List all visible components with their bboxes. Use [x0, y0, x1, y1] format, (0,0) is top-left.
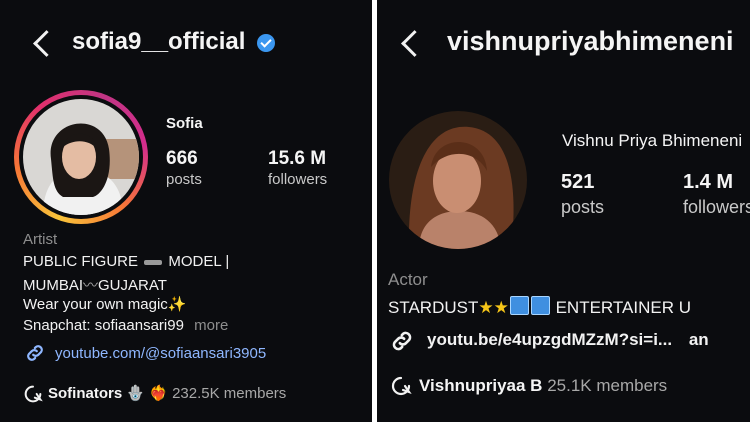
back-arrow-icon[interactable]	[33, 30, 60, 57]
channel-name: Sofinators	[48, 385, 123, 402]
profile-panel-left: sofia9__official Sofia 666 posts 15.6 M …	[0, 0, 372, 422]
bio-line-3-text: Wear your own magic	[23, 296, 168, 313]
profile-panel-right: vishnupriyabhimeneni Vishnu Priya Bhimen…	[377, 0, 750, 422]
posts-count[interactable]: 521	[561, 171, 594, 194]
back-arrow-icon[interactable]	[401, 30, 428, 57]
sparkle-square-icon	[509, 296, 529, 315]
profile-username: sofia9__official	[72, 28, 246, 55]
bio-line-2-part-b: GUJARAT	[98, 277, 167, 294]
followers-label: followers	[683, 197, 750, 217]
followers-count[interactable]: 1.4 M	[683, 171, 733, 194]
profile-avatar[interactable]	[389, 111, 527, 249]
avatar-photo	[389, 111, 527, 249]
profile-avatar[interactable]	[23, 99, 139, 215]
sparkle-square-icon	[530, 296, 550, 315]
profile-category: Artist	[23, 231, 58, 248]
channel-members-count: 25.1K members	[547, 376, 668, 395]
broadcast-channel[interactable]: Vishnupriyaa B 25.1K members	[419, 376, 667, 396]
bio-line-1-part-a: STARDUST	[388, 298, 479, 317]
profile-link[interactable]: youtube.com/@sofiaansari3905	[55, 345, 266, 362]
posts-count[interactable]: 666	[166, 148, 198, 170]
bio-line-1-part-a: PUBLIC FIGURE	[23, 253, 139, 270]
story-ring[interactable]	[14, 90, 148, 224]
broadcast-channel-icon	[391, 376, 412, 396]
profile-username: vishnupriyabhimeneni	[447, 26, 734, 56]
profile-category: Actor	[388, 270, 428, 289]
dash-separator-icon	[144, 259, 163, 265]
profile-link[interactable]: youtu.be/e4upzgdMZzM?si=i... an	[427, 330, 709, 350]
star-icon: ★	[478, 298, 494, 317]
bio-more-button[interactable]: more	[194, 317, 228, 334]
posts-label: posts	[166, 171, 202, 188]
profile-display-name: Sofia	[166, 115, 203, 132]
bio-line-2: MUMBAI〰GUJARAT	[23, 274, 167, 295]
channel-name: Vishnupriyaa B	[419, 376, 543, 395]
star-icon: ★	[493, 298, 509, 317]
bio-line-1-part-b: MODEL |	[168, 253, 230, 270]
broadcast-channel-icon	[24, 385, 43, 403]
profile-display-name: Vishnu Priya Bhimeneni	[562, 131, 743, 150]
bio-line-1: PUBLIC FIGURE MODEL |	[23, 253, 229, 270]
broadcast-channel[interactable]: Sofinators 🪬 ❤️‍🔥 232.5K members	[48, 384, 286, 402]
followers-count[interactable]: 15.6 M	[268, 148, 326, 170]
link-icon	[27, 345, 43, 361]
bio-line-4: Snapchat: sofiaansari99 more	[23, 317, 228, 334]
bio-line-3: Wear your own magic✨	[23, 295, 186, 313]
link-icon	[392, 331, 412, 351]
wavy-dash-icon: 〰	[83, 277, 99, 294]
avatar-photo	[23, 99, 139, 215]
verified-badge-icon	[257, 34, 275, 52]
profile-link-more: an	[688, 330, 709, 349]
bio-line-1: STARDUST★★ ENTERTAINER U	[388, 296, 691, 318]
bio-line-2-part-a: MUMBAI	[23, 277, 83, 294]
bio-line-1-part-b: ENTERTAINER U	[555, 298, 691, 317]
bio-line-4-text: Snapchat: sofiaansari99	[23, 317, 184, 334]
sparkles-icon: ✨	[167, 296, 187, 313]
posts-label: posts	[561, 197, 605, 217]
profile-link-url: youtu.be/e4upzgdMZzM?si=i...	[427, 330, 673, 349]
channel-members-count: 232.5K members	[172, 385, 287, 402]
followers-label: followers	[268, 171, 328, 188]
channel-emojis: 🪬 ❤️‍🔥	[126, 385, 168, 402]
